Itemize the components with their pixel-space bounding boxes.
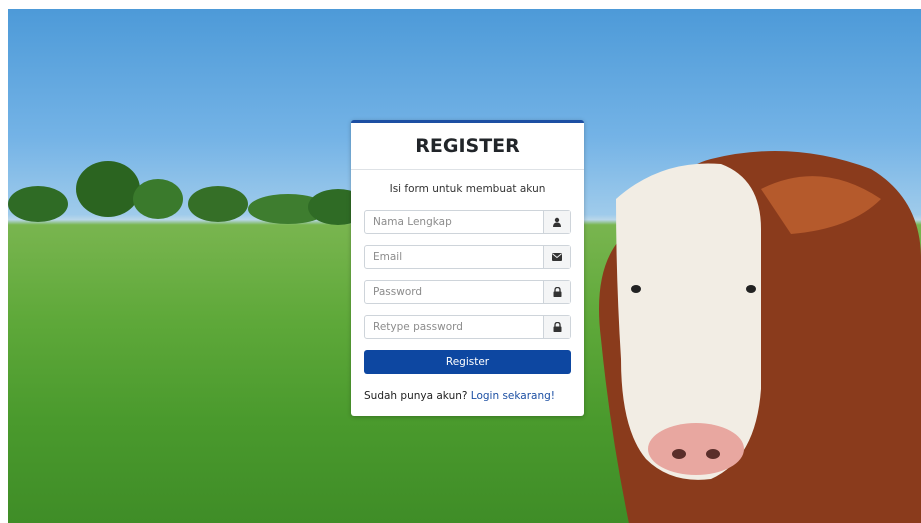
cow-image	[599, 151, 921, 523]
email-input[interactable]	[365, 246, 543, 268]
email-field	[364, 245, 571, 269]
register-subtitle: Isi form untuk membuat akun	[389, 183, 546, 195]
login-prompt-text: Sudah punya akun?	[364, 390, 468, 402]
register-card: REGISTER Isi form untuk membuat akun Reg…	[351, 120, 584, 416]
retype-password-input[interactable]	[365, 316, 543, 338]
user-icon	[543, 211, 570, 233]
full-name-input[interactable]	[365, 211, 543, 233]
login-prompt: Sudah punya akun? Login sekarang!	[364, 390, 555, 402]
lock-icon	[543, 316, 570, 338]
lock-icon	[543, 281, 570, 303]
register-title: REGISTER	[351, 123, 584, 170]
password-input[interactable]	[365, 281, 543, 303]
retype-password-field	[364, 315, 571, 339]
tree-line	[8, 161, 368, 225]
envelope-icon	[543, 246, 570, 268]
register-button[interactable]: Register	[364, 350, 571, 374]
full-name-field	[364, 210, 571, 234]
password-field	[364, 280, 571, 304]
login-link[interactable]: Login sekarang!	[471, 390, 555, 402]
